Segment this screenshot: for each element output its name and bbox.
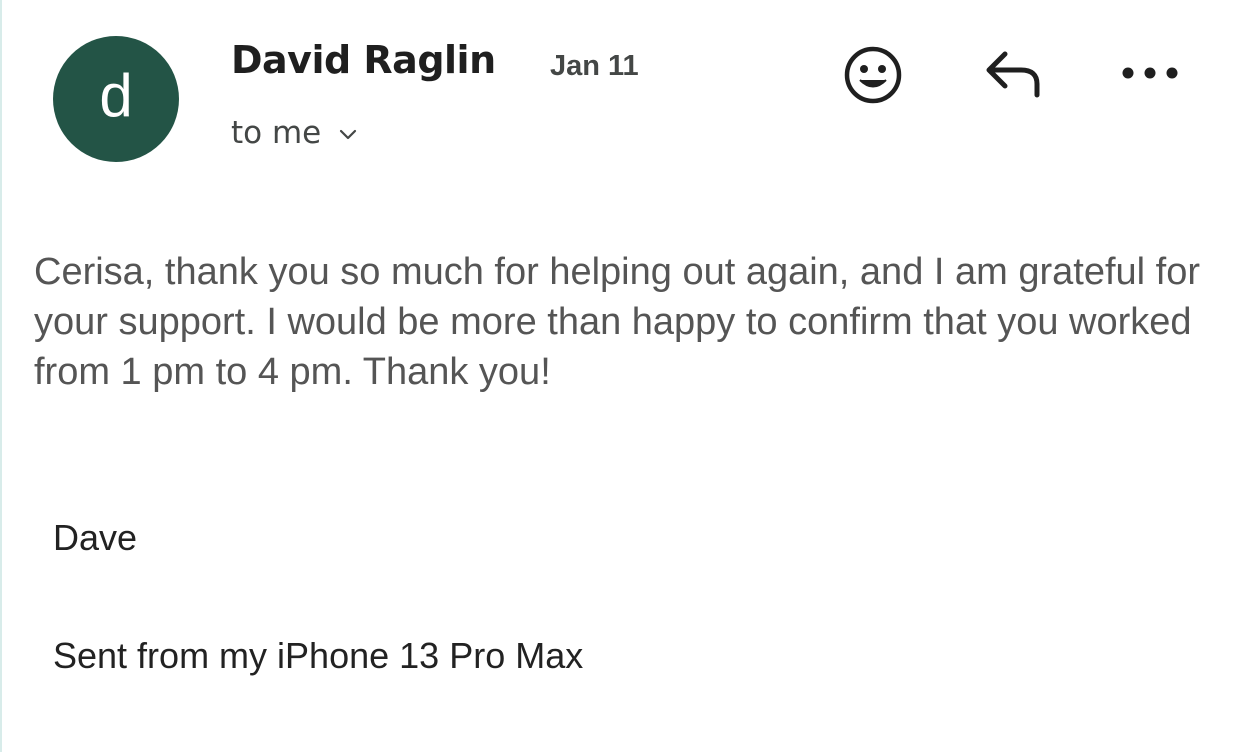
email-message-view: d David Raglin Jan 11 to me Cerisa, than… [0, 0, 1236, 752]
message-body: Cerisa, thank you so much for helping ou… [34, 251, 1200, 393]
recipient-details-toggle[interactable]: to me [231, 115, 357, 151]
more-options-button[interactable] [1114, 48, 1186, 98]
avatar-letter: d [99, 62, 133, 129]
message-date[interactable]: Jan 11 [550, 50, 639, 83]
chevron-down-icon [340, 129, 357, 140]
recipient-label: to me [231, 115, 322, 151]
add-reaction-button[interactable] [840, 42, 906, 108]
message-signoff: Dave [53, 517, 138, 558]
avatar[interactable]: d [53, 36, 179, 162]
mobile-signature: Sent from my iPhone 13 Pro Max [53, 635, 584, 676]
more-horizontal-icon [1122, 67, 1178, 79]
sender-name[interactable]: David Raglin [231, 38, 496, 82]
reply-button[interactable] [978, 44, 1048, 104]
smiley-icon [844, 46, 902, 104]
reply-icon [986, 51, 1040, 98]
